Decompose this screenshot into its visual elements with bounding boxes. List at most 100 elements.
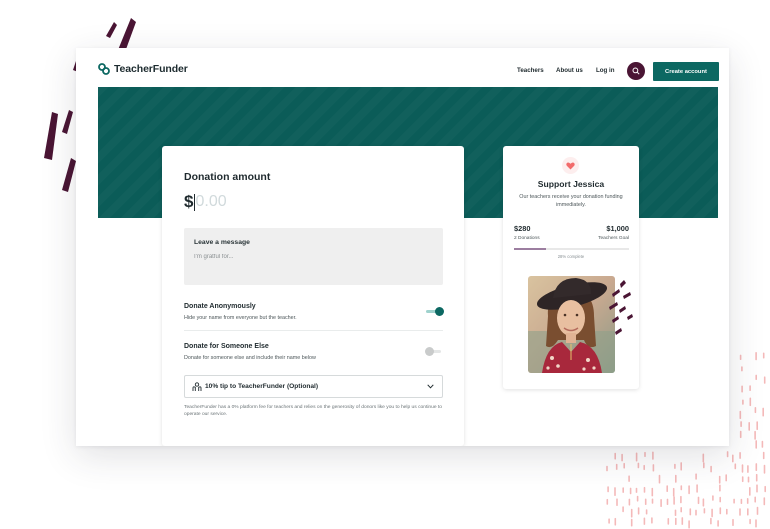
pink-dash — [673, 496, 675, 505]
pink-dash — [749, 487, 751, 496]
donate-anonymously-title: Donate Anonymously — [184, 303, 256, 310]
pink-dash — [711, 508, 713, 518]
message-input[interactable] — [194, 254, 429, 260]
pink-dash — [741, 366, 743, 372]
pink-dash — [658, 474, 661, 484]
pink-dash — [643, 464, 645, 470]
pink-dash — [756, 506, 759, 515]
pink-dash — [622, 487, 624, 493]
pink-dash — [680, 495, 682, 504]
pink-dash — [645, 509, 648, 515]
pink-dash — [622, 506, 624, 513]
pink-dash — [703, 508, 706, 514]
pink-dash — [608, 518, 610, 524]
pink-dash — [629, 487, 632, 495]
pink-dash — [762, 407, 764, 417]
pink-dash — [719, 484, 721, 492]
pink-dash — [689, 508, 692, 516]
pink-dash — [755, 463, 758, 471]
logo-icon — [98, 63, 110, 75]
currency-symbol: $ — [184, 192, 194, 211]
message-box[interactable]: Leave a message — [184, 228, 443, 285]
pink-dash — [697, 496, 700, 505]
create-account-button[interactable]: Create account — [653, 62, 719, 81]
hand-coin-icon — [192, 382, 202, 391]
pink-dash — [739, 430, 742, 439]
pink-dash — [702, 453, 705, 463]
pink-dash — [643, 517, 646, 525]
donate-for-someone-subtitle: Donate for someone else and include thei… — [184, 355, 316, 361]
pink-dash — [688, 520, 690, 529]
pink-dash — [695, 509, 697, 516]
brand-logo[interactable]: TeacherFunder — [98, 63, 188, 75]
pink-dash — [762, 451, 765, 460]
donate-for-someone-toggle[interactable] — [425, 347, 444, 356]
nav-link-about-us[interactable]: About us — [556, 67, 583, 74]
pink-dash — [614, 487, 616, 496]
toggle-knob — [435, 307, 444, 316]
progress-fill — [514, 248, 547, 250]
pink-dash — [732, 518, 734, 526]
pink-dash — [607, 486, 609, 493]
pink-dash — [674, 463, 676, 469]
pink-dash — [756, 484, 758, 493]
goal-label: Teachers Goal — [598, 236, 629, 241]
pink-dash — [718, 475, 721, 484]
donation-amount-title: Donation amount — [184, 171, 271, 183]
pink-dash — [717, 520, 719, 527]
pink-dash — [623, 462, 625, 469]
donate-anonymously-subtitle: Hide your name from everyone but the tea… — [184, 315, 297, 321]
pink-dash — [726, 451, 729, 458]
pink-dash — [681, 517, 684, 525]
pink-dash — [726, 508, 728, 515]
tip-select[interactable]: 10% tip to TeacherFunder (Optional) — [184, 375, 443, 398]
photo-brush-marks — [609, 280, 633, 335]
pink-dash — [628, 498, 631, 506]
pink-dash — [747, 465, 749, 473]
pink-dash — [764, 485, 766, 493]
pink-dash — [754, 496, 756, 503]
pink-dash — [747, 508, 749, 516]
pink-dash — [644, 498, 647, 505]
donation-card: Donation amount $ Leave a message Donate… — [162, 146, 464, 446]
pink-dash — [630, 508, 633, 518]
pink-dash — [680, 462, 682, 471]
heart-badge — [562, 157, 579, 174]
pink-dash — [763, 464, 766, 474]
pink-dash — [749, 397, 752, 407]
search-button[interactable] — [627, 62, 645, 80]
pink-dash — [740, 498, 743, 504]
pink-dash — [643, 486, 646, 493]
pink-dash — [739, 354, 742, 360]
pink-dash — [666, 485, 668, 492]
pink-dash — [725, 474, 727, 482]
nav-link-teachers[interactable]: Teachers — [517, 67, 544, 74]
pink-dash — [696, 484, 698, 493]
toggle-knob — [425, 347, 434, 356]
pink-dash — [754, 407, 757, 414]
pink-dash — [680, 507, 682, 513]
pink-dash — [747, 476, 750, 483]
pink-dash — [755, 440, 757, 449]
pink-dash — [660, 499, 662, 507]
pink-dash — [761, 440, 764, 448]
pink-dash — [732, 454, 734, 463]
platform-fee-note: TeacherFunder has a 0% platform fee for … — [184, 405, 442, 417]
pink-dash — [636, 495, 639, 502]
pink-dash — [712, 495, 714, 501]
pink-dash — [672, 487, 675, 497]
pink-dash — [688, 485, 690, 495]
pink-dash — [680, 485, 683, 491]
amount-field[interactable]: $ — [184, 192, 256, 212]
pink-dash — [755, 519, 757, 528]
nav-link-log-in[interactable]: Log in — [596, 67, 615, 74]
pink-dash — [614, 452, 616, 460]
amount-input[interactable] — [195, 193, 256, 211]
donate-anonymously-toggle[interactable] — [426, 307, 444, 316]
pink-dash — [615, 463, 618, 470]
pink-dash — [675, 474, 677, 483]
pink-dash — [746, 498, 749, 504]
pink-dash — [635, 452, 638, 462]
pink-dash — [606, 498, 609, 505]
pink-dash — [748, 422, 750, 431]
